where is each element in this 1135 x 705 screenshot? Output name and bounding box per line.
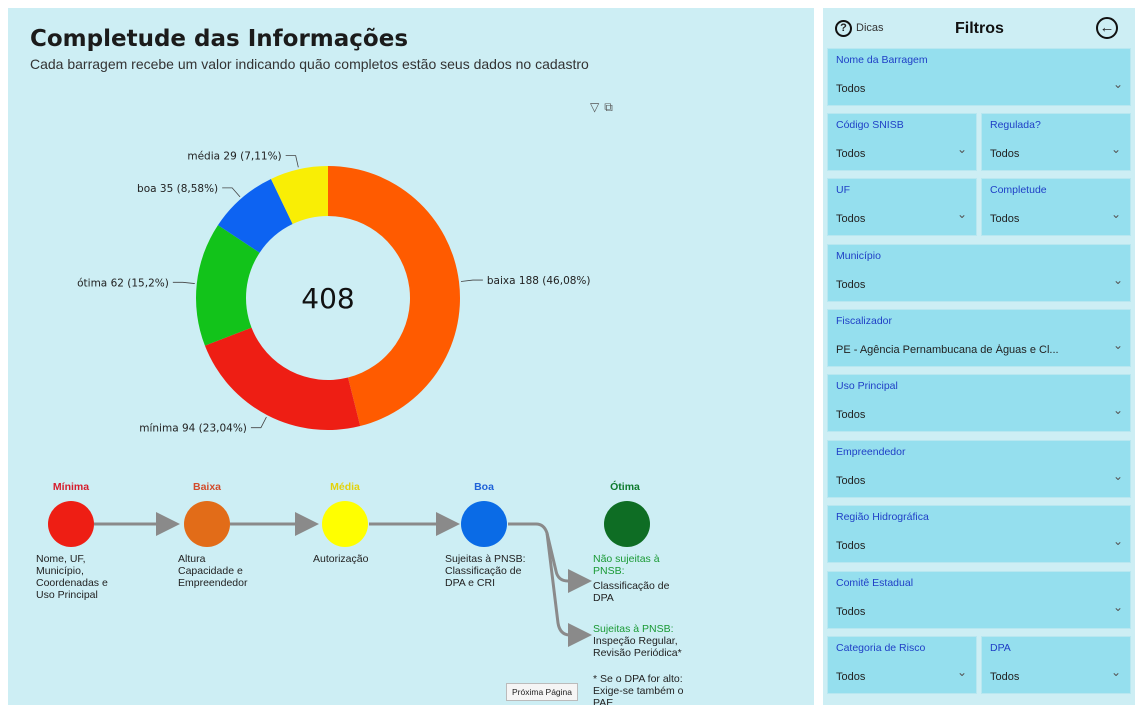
stage-title-minima: Mínima — [52, 481, 90, 493]
donut-slice-mínima[interactable] — [204, 327, 361, 431]
completeness-flow-diagram: Mínima Nome, UF, Município, Coordenadas … — [8, 463, 814, 705]
chevron-down-icon[interactable]: ⌄ — [1108, 142, 1124, 158]
report-canvas: Completude das Informações Cada barragem… — [8, 8, 814, 705]
slicer-categoria-risco[interactable]: Categoria de Risco Todos ⌄ — [827, 636, 977, 694]
slicer-value: Todos — [990, 148, 1020, 160]
donut-chart[interactable]: baixa 188 (46,08%) mínima 94 (23,04%) ótim… — [8, 8, 814, 463]
chevron-down-icon[interactable]: ⌄ — [1110, 338, 1126, 354]
slicer-value: Todos — [836, 606, 866, 618]
slicer-value: Todos — [836, 540, 866, 552]
stage-title-otima: Ótima — [610, 481, 640, 493]
slicer-uf[interactable]: UF Todos ⌄ — [827, 178, 977, 236]
next-page-tooltip: Próxima Página — [506, 683, 579, 701]
donut-leader-ótima — [172, 281, 195, 284]
stage-circle-otima — [604, 501, 650, 547]
slicer-label: UF — [836, 184, 850, 196]
slicer-label: Empreendedor — [836, 446, 906, 458]
chevron-down-icon[interactable]: ⌄ — [1110, 600, 1126, 616]
stage-desc-boa: Sujeitas à PNSB: Classificação de DPA e … — [445, 553, 526, 589]
filters-panel: ? Dicas Filtros ← Nome da Barragem Todos… — [823, 8, 1135, 705]
slicer-value: Todos — [836, 475, 866, 487]
chevron-down-icon[interactable]: ⌄ — [1108, 207, 1124, 223]
slicer-regulada[interactable]: Regulada? Todos ⌄ — [981, 113, 1131, 171]
slicer-empreendedor[interactable]: Empreendedor Todos ⌄ — [827, 440, 1131, 498]
slicer-label: Completude — [990, 184, 1047, 196]
slicer-label: Categoria de Risco — [836, 642, 926, 654]
stage-desc-minima: Nome, UF, Município, Coordenadas e Uso P… — [36, 553, 108, 601]
otima-nao-sujeitas-body: Classificação de DPA — [593, 580, 670, 604]
filters-title: Filtros — [955, 20, 1004, 37]
stage-circle-boa — [461, 501, 507, 547]
slicer-regiao-hidrografica[interactable]: Região Hidrográfica Todos ⌄ — [827, 505, 1131, 563]
slicer-value: Todos — [836, 671, 866, 683]
stage-circle-minima — [48, 501, 94, 547]
stage-desc-baixa: Altura Capacidade e Empreendedor — [178, 553, 248, 589]
stage-title-baixa: Baixa — [192, 481, 222, 493]
stage-circle-baixa — [184, 501, 230, 547]
donut-label-ótima: ótima 62 (15,2%) — [77, 277, 169, 289]
slicer-fiscalizador[interactable]: Fiscalizador PE - Agência Pernambucana d… — [827, 309, 1131, 367]
filters-header: ? Dicas Filtros ← — [823, 8, 1135, 48]
donut-leader-baixa — [460, 279, 483, 282]
slicer-label: Comitê Estadual — [836, 577, 914, 589]
otima-nao-sujeitas-heading: Não sujeitas à PNSB: — [593, 553, 660, 577]
donut-leader-boa — [222, 187, 241, 198]
help-icon[interactable]: ? — [835, 20, 852, 37]
chevron-down-icon[interactable]: ⌄ — [954, 665, 970, 681]
stage-title-media: Média — [330, 481, 360, 493]
flow-arrows — [94, 512, 592, 647]
slicer-municipio[interactable]: Município Todos ⌄ — [827, 244, 1131, 302]
slicer-value: PE - Agência Pernambucana de Águas e Cl.… — [836, 344, 1059, 356]
slicer-value: Todos — [990, 671, 1020, 683]
otima-sujeitas-heading: Sujeitas à PNSB: — [593, 623, 674, 635]
donut-label-boa: boa 35 (8,58%) — [137, 183, 218, 195]
slicer-label: Uso Principal — [836, 380, 898, 392]
stage-title-boa: Boa — [474, 481, 494, 493]
slicer-label: Regulada? — [990, 119, 1041, 131]
stage-desc-media: Autorização — [313, 553, 369, 565]
slicer-uso-principal[interactable]: Uso Principal Todos ⌄ — [827, 374, 1131, 432]
slicer-value: Todos — [836, 148, 866, 160]
chevron-down-icon[interactable]: ⌄ — [1108, 665, 1124, 681]
donut-label-baixa: baixa 188 (46,08%) — [487, 275, 591, 287]
chevron-down-icon[interactable]: ⌄ — [1110, 469, 1126, 485]
slicer-value: Todos — [990, 213, 1020, 225]
slicer-dpa[interactable]: DPA Todos ⌄ — [981, 636, 1131, 694]
slicer-value: Todos — [836, 213, 866, 225]
slicer-label: Região Hidrográfica — [836, 511, 929, 523]
donut-label-média: média 29 (7,11%) — [187, 151, 281, 163]
otima-sujeitas-body: Inspeção Regular, Revisão Periódica* — [593, 635, 682, 659]
donut-label-mínima: mínima 94 (23,04%) — [139, 423, 247, 435]
slicer-label: Nome da Barragem — [836, 54, 928, 66]
slicer-codigo-snisb[interactable]: Código SNISB Todos ⌄ — [827, 113, 977, 171]
tips-link[interactable]: Dicas — [856, 22, 884, 34]
donut-leader-média — [285, 155, 299, 168]
chevron-down-icon[interactable]: ⌄ — [1110, 273, 1126, 289]
slicer-comite-estadual[interactable]: Comitê Estadual Todos ⌄ — [827, 571, 1131, 629]
stage-circle-media — [322, 501, 368, 547]
slicer-completude[interactable]: Completude Todos ⌄ — [981, 178, 1131, 236]
chevron-down-icon[interactable]: ⌄ — [1110, 534, 1126, 550]
donut-leader-mínima — [250, 416, 267, 429]
flow-arrow — [545, 532, 592, 647]
donut-center-total: 408 — [301, 282, 354, 315]
slicer-value: Todos — [836, 83, 866, 95]
chevron-down-icon[interactable]: ⌄ — [954, 142, 970, 158]
slicer-value: Todos — [836, 409, 866, 421]
slicer-label: DPA — [990, 642, 1011, 654]
slicer-nome-barragem[interactable]: Nome da Barragem Todos ⌄ — [827, 48, 1131, 106]
slicer-value: Todos — [836, 279, 866, 291]
chevron-down-icon[interactable]: ⌄ — [1110, 77, 1126, 93]
otima-footnote: * Se o DPA for alto: Exige-se também o P… — [593, 673, 684, 705]
chevron-down-icon[interactable]: ⌄ — [954, 207, 970, 223]
slicer-label: Código SNISB — [836, 119, 904, 131]
slicer-label: Município — [836, 250, 881, 262]
back-arrow-icon[interactable]: ← — [1096, 17, 1118, 39]
chevron-down-icon[interactable]: ⌄ — [1110, 403, 1126, 419]
slicer-label: Fiscalizador — [836, 315, 893, 327]
